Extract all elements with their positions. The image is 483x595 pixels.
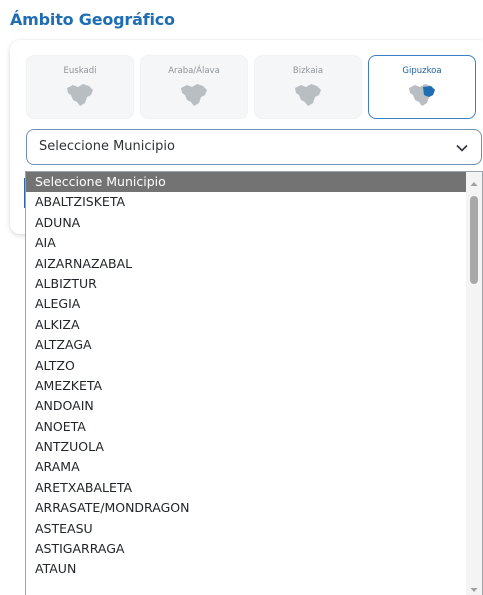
- dropdown-option[interactable]: ALKIZA: [26, 315, 466, 335]
- territory-euskadi[interactable]: Euskadi: [26, 55, 134, 119]
- dropdown-option[interactable]: ANTZUOLA: [26, 437, 466, 457]
- scroll-up-arrow-icon[interactable]: [466, 176, 482, 190]
- municipio-select[interactable]: Seleccione Municipio: [26, 129, 482, 165]
- dropdown-option[interactable]: ARETXABALETA: [26, 478, 466, 498]
- dropdown-option[interactable]: ASTEASU: [26, 519, 466, 539]
- dropdown-option[interactable]: ADUNA: [26, 213, 466, 233]
- territory-label: Bizkaia: [292, 66, 324, 76]
- dropdown-option[interactable]: ATAUN: [26, 559, 466, 579]
- bizkaia-map-icon: [255, 82, 361, 112]
- territory-bizkaia[interactable]: Bizkaia: [254, 55, 362, 119]
- dropdown-option[interactable]: Seleccione Municipio: [26, 172, 466, 193]
- dropdown-option[interactable]: AIA: [26, 233, 466, 253]
- dropdown-option[interactable]: ABALTZISKETA: [26, 192, 466, 212]
- territory-label: Araba/Álava: [168, 66, 220, 76]
- territory-label: Gipuzkoa: [402, 66, 442, 76]
- dropdown-option[interactable]: ANDOAIN: [26, 396, 466, 416]
- dropdown-option[interactable]: AIZARNAZABAL: [26, 254, 466, 274]
- araba-map-icon: [141, 82, 247, 112]
- dropdown-option[interactable]: ALTZO: [26, 356, 466, 376]
- territory-selector: Euskadi Araba/Álava Bizkaia Gipuzkoa: [26, 55, 476, 119]
- dropdown-scrollbar[interactable]: [466, 172, 482, 595]
- dropdown-option[interactable]: ANOETA: [26, 417, 466, 437]
- dropdown-option[interactable]: AMEZKETA: [26, 376, 466, 396]
- scrollbar-thumb[interactable]: [470, 196, 478, 284]
- page: Ámbito Geográfico Euskadi Araba/Álava Bi…: [0, 0, 483, 595]
- section-title: Ámbito Geográfico: [10, 10, 175, 29]
- dropdown-option[interactable]: ARAMA: [26, 457, 466, 477]
- territory-label: Euskadi: [63, 66, 97, 76]
- chevron-down-icon: [455, 140, 469, 159]
- dropdown-option[interactable]: ARRASATE/MONDRAGON: [26, 498, 466, 518]
- municipio-options: Seleccione Municipio ABALTZISKETA ADUNA AIA…: [26, 172, 466, 580]
- municipio-dropdown-list: Seleccione Municipio ABALTZISKETA ADUNA AIA…: [25, 171, 483, 595]
- municipio-select-value: Seleccione Municipio: [39, 139, 175, 154]
- dropdown-option[interactable]: ALTZAGA: [26, 335, 466, 355]
- dropdown-option[interactable]: ALEGIA: [26, 294, 466, 314]
- territory-gipuzkoa[interactable]: Gipuzkoa: [368, 55, 476, 119]
- scroll-down-arrow-icon[interactable]: [466, 582, 482, 595]
- euskadi-map-icon: [27, 82, 133, 112]
- dropdown-option[interactable]: ALBIZTUR: [26, 274, 466, 294]
- dropdown-option[interactable]: ASTIGARRAGA: [26, 539, 466, 559]
- gipuzkoa-map-icon: [369, 82, 475, 112]
- territory-araba[interactable]: Araba/Álava: [140, 55, 248, 119]
